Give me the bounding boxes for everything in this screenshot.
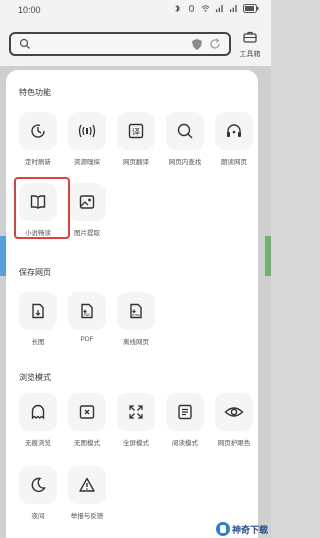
find-in-page-button[interactable]: 网页内查找: [160, 112, 210, 166]
reader-icon: [178, 404, 192, 420]
item-label: 夜间: [31, 513, 45, 520]
read-aloud-icon: [227, 124, 241, 137]
pdf-button[interactable]: PDF PDF: [62, 292, 112, 343]
item-label: 朗读网页: [221, 159, 247, 166]
item-label: 全屏模式: [123, 440, 149, 447]
read-aloud-button[interactable]: 朗读网页: [209, 112, 259, 166]
item-label: PDF: [80, 336, 94, 343]
item-label: 长图: [31, 339, 45, 346]
fullscreen-mode-button[interactable]: 全屏模式: [111, 393, 161, 447]
sniff-icon: [78, 124, 96, 138]
item-label: 阅读模式: [172, 440, 198, 447]
incognito-button[interactable]: 无痕浏览: [13, 393, 63, 447]
eye-icon: [224, 407, 244, 417]
item-label: 网页护眼色: [217, 440, 251, 447]
battery-icon: [243, 4, 259, 13]
offline-page-button[interactable]: HTML 离线网页: [111, 292, 161, 346]
top-toolbar: 工具箱: [0, 22, 271, 66]
search-icon: [19, 38, 30, 49]
bluetooth-icon: [175, 4, 180, 13]
signal-2-icon: [229, 4, 237, 13]
item-label: 举报与反馈: [70, 513, 104, 520]
svg-text:PDF: PDF: [83, 313, 90, 317]
toolbox-button[interactable]: 工具箱: [239, 30, 261, 59]
item-label: 资源嗅探: [74, 159, 100, 166]
report-feedback-button[interactable]: 举报与反馈: [62, 466, 112, 520]
watermark-logo: [215, 522, 230, 536]
svg-text:译: 译: [132, 128, 140, 137]
watermark: 神奇下载: [215, 522, 268, 536]
item-label: 离线网页: [123, 339, 149, 346]
status-bar: 10:00: [0, 0, 271, 22]
item-label: 无痕浏览: [25, 440, 51, 447]
pdf-icon: PDF: [81, 303, 93, 319]
fullscreen-icon: [129, 405, 143, 419]
wifi-icon: [201, 5, 210, 12]
long-image-icon: [32, 303, 44, 319]
item-label: 无图模式: [74, 440, 100, 447]
ghost-icon: [31, 404, 45, 420]
reader-mode-button[interactable]: 阅读模式: [160, 393, 210, 447]
find-in-page-icon: [177, 123, 193, 139]
refresh-icon[interactable]: [209, 38, 221, 50]
night-mode-button[interactable]: 夜间: [13, 466, 63, 520]
no-image-icon: [79, 405, 95, 419]
item-label: 网页翻译: [123, 159, 149, 166]
signal-icon: [215, 4, 223, 13]
moon-icon: [31, 477, 46, 493]
item-label: 网页内查找: [168, 159, 202, 166]
section-title-browse-mode: 浏览模式: [19, 373, 51, 382]
section-title-features: 特色功能: [19, 88, 51, 97]
status-time: 10:00: [18, 5, 41, 15]
image-extract-icon: [79, 195, 95, 209]
report-icon: [79, 477, 95, 492]
toolbox-label: 工具箱: [239, 51, 261, 58]
long-image-button[interactable]: 长图: [13, 292, 63, 346]
timer-icon: [31, 124, 45, 138]
svg-text:HTML: HTML: [132, 313, 141, 317]
resource-sniff-button[interactable]: 资源嗅探: [62, 112, 112, 166]
timer-refresh-button[interactable]: 定时刷新: [13, 112, 63, 166]
highlight-box: [14, 177, 70, 239]
tools-panel: 特色功能 定时刷新 资源嗅探 译 网页翻译 网页内查找 朗读网页 小说畅读 图片…: [6, 70, 258, 538]
html-icon: HTML: [130, 303, 142, 319]
eye-care-button[interactable]: 网页护眼色: [209, 393, 259, 447]
item-label: 定时刷新: [25, 159, 51, 166]
no-image-mode-button[interactable]: 无图模式: [62, 393, 112, 447]
search-bar[interactable]: [9, 32, 231, 56]
translate-button[interactable]: 译 网页翻译: [111, 112, 161, 166]
shield-icon[interactable]: [191, 38, 203, 51]
toolbox-icon: [243, 31, 257, 43]
watermark-text: 神奇下载: [231, 524, 268, 535]
translate-icon: 译: [128, 123, 144, 139]
mute-icon: [189, 5, 194, 12]
section-title-save-page: 保存网页: [19, 268, 51, 277]
